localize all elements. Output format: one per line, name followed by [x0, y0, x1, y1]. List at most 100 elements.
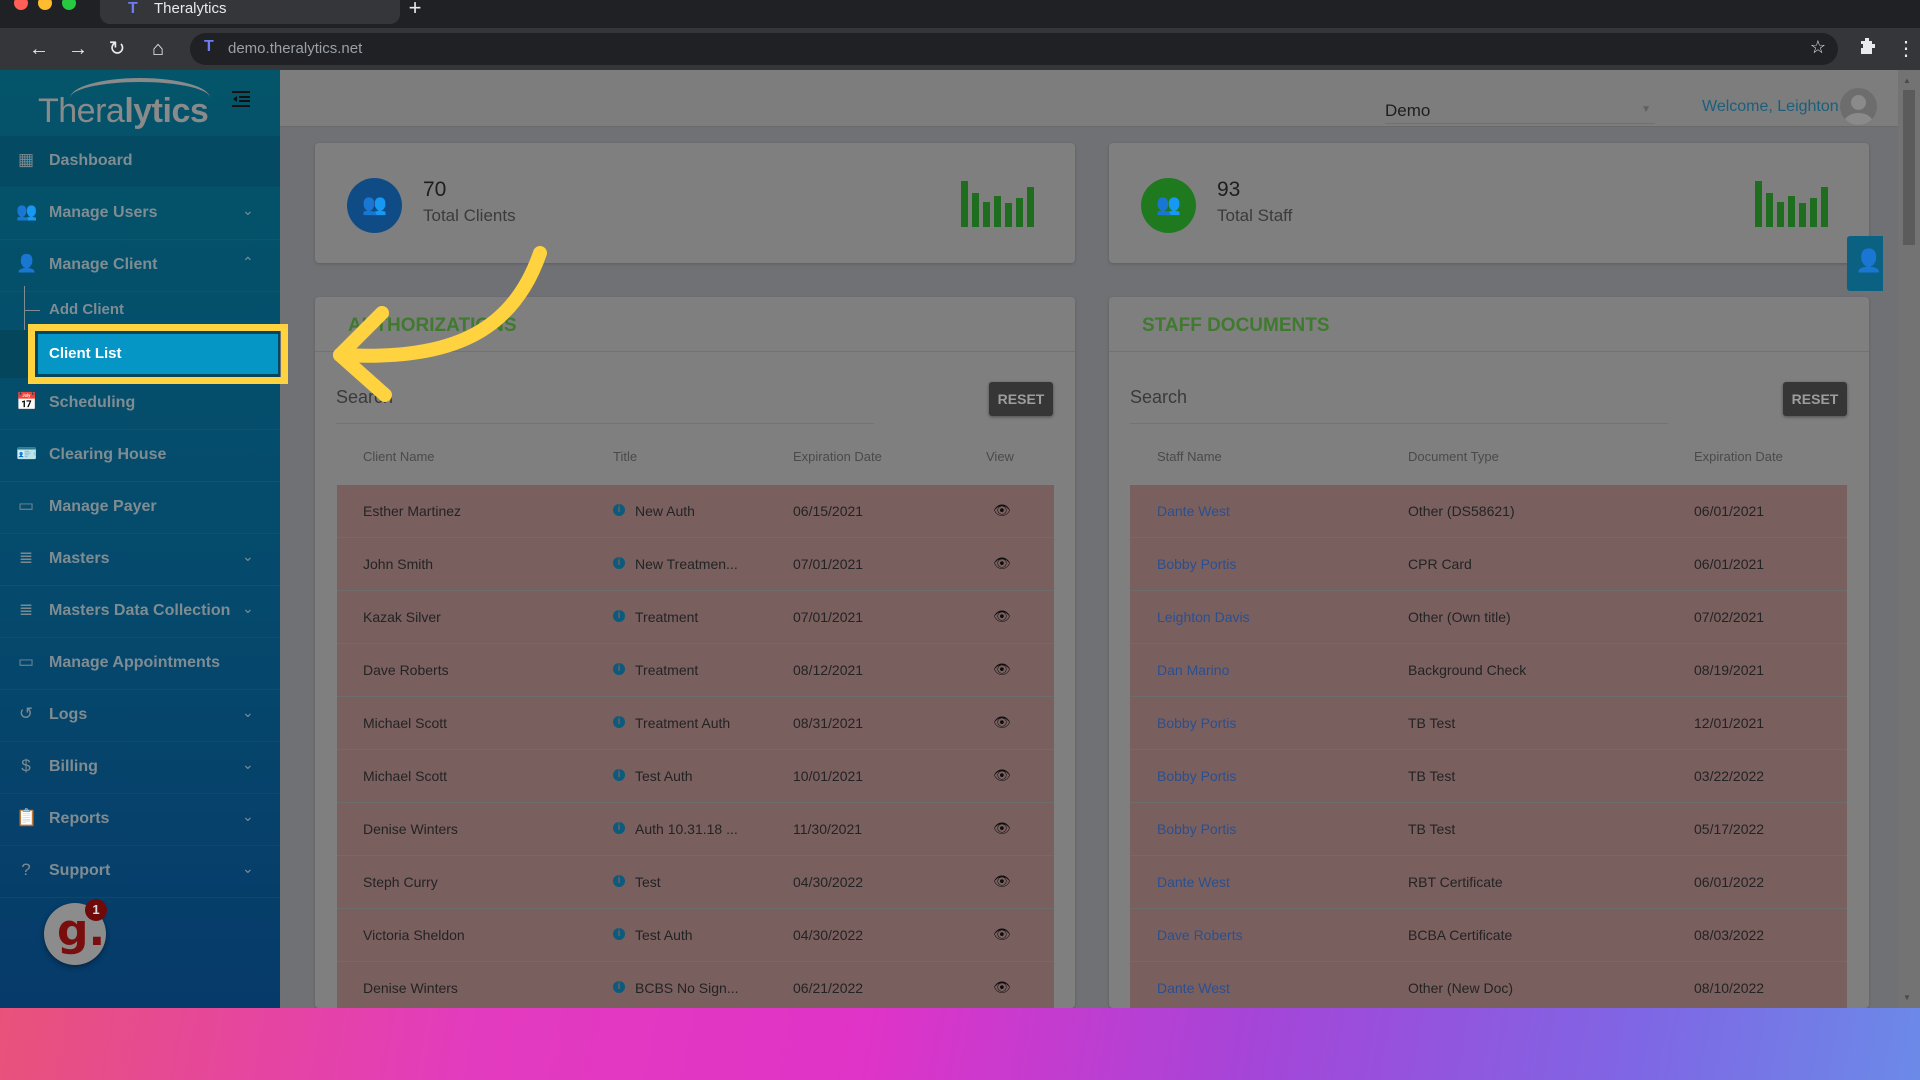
info-icon[interactable]: i [613, 504, 625, 516]
expiration-date-cell: 10/01/2021 [793, 768, 864, 784]
staff-name-link[interactable]: Dave Roberts [1157, 927, 1243, 943]
organization-select[interactable]: Demo ▼ [1385, 96, 1655, 124]
authorizations-table-body: Esther Martinez i New Auth 06/15/2021 👁 John … [337, 485, 1054, 1008]
sidebar-item-support[interactable]: ? Support ⌄ [0, 846, 280, 898]
column-header-expiration-date[interactable]: Expiration Date [793, 449, 882, 464]
eye-icon[interactable]: 👁 [993, 926, 1011, 943]
sidebar-item-logs[interactable]: ↺ Logs ⌄ [0, 690, 280, 742]
minimize-window-button[interactable] [38, 0, 52, 10]
staff-name-link[interactable]: Bobby Portis [1157, 556, 1236, 572]
info-icon[interactable]: i [613, 928, 625, 940]
document-type-cell: Background Check [1408, 662, 1527, 678]
sidebar-item-masters-data-collection[interactable]: ≣ Masters Data Collection ⌄ [0, 586, 280, 638]
eye-icon[interactable]: 👁 [993, 979, 1011, 996]
new-tab-button[interactable]: + [400, 0, 430, 24]
sidebar-item-manage-client[interactable]: 👤 Manage Client ⌃ [0, 240, 280, 292]
info-icon[interactable]: i [613, 716, 625, 728]
sidebar-collapse-icon[interactable] [230, 88, 254, 112]
info-icon[interactable]: i [613, 822, 625, 834]
sidebar-item-manage-appointments[interactable]: ▭ Manage Appointments [0, 638, 280, 690]
welcome-user-link[interactable]: Welcome, Leighton [1702, 98, 1839, 116]
chevron-down-icon[interactable]: ⌄ [242, 548, 254, 565]
eye-icon[interactable]: 👁 [993, 502, 1011, 519]
staff-name-link[interactable]: Bobby Portis [1157, 768, 1236, 784]
help-icon: ? [21, 860, 31, 879]
chevron-down-icon[interactable]: ⌄ [242, 756, 254, 773]
sidebar-item-masters[interactable]: ≣ Masters ⌄ [0, 534, 280, 586]
info-icon[interactable]: i [613, 875, 625, 887]
chevron-down-icon[interactable]: ⌄ [242, 600, 254, 617]
info-icon[interactable]: i [613, 981, 625, 993]
organization-select-value: Demo [1385, 101, 1431, 120]
close-window-button[interactable] [14, 0, 28, 10]
document-type-cell: TB Test [1408, 715, 1456, 731]
eye-icon[interactable]: 👁 [993, 714, 1011, 731]
sidebar-item-billing[interactable]: $ Billing ⌄ [0, 742, 280, 794]
authorizations-search-input[interactable]: Search [336, 387, 393, 408]
staff-name-link[interactable]: Dante West [1157, 503, 1230, 519]
chevron-down-icon[interactable]: ⌄ [242, 860, 254, 877]
staff-name-link[interactable]: Dante West [1157, 874, 1230, 890]
chevron-down-icon[interactable]: ⌄ [242, 808, 254, 825]
browser-tab[interactable]: T Theralytics [100, 0, 400, 24]
eye-icon[interactable]: 👁 [993, 767, 1011, 784]
expiration-date-cell: 06/21/2022 [793, 980, 864, 996]
expiration-date-cell: 12/01/2021 [1694, 715, 1765, 731]
scroll-up-arrow-icon[interactable]: ▲ [1903, 76, 1911, 85]
sidebar-item-label: Logs [49, 706, 88, 723]
authorizations-reset-button[interactable]: RESET [989, 382, 1053, 416]
reload-button[interactable]: ↻ [104, 36, 130, 62]
column-header-document-type[interactable]: Document Type [1408, 449, 1499, 464]
sparkline-bar [961, 181, 968, 227]
bookmark-star-icon[interactable]: ☆ [1810, 37, 1826, 58]
eye-icon[interactable]: 👁 [993, 661, 1011, 678]
staff-name-link[interactable]: Bobby Portis [1157, 821, 1236, 837]
column-header-title[interactable]: Title [613, 449, 637, 464]
staff-documents-search-input[interactable]: Search [1130, 387, 1187, 408]
info-icon[interactable]: i [613, 610, 625, 622]
eye-icon[interactable]: 👁 [993, 820, 1011, 837]
chevron-down-icon[interactable]: ⌄ [242, 704, 254, 721]
home-button[interactable]: ⌂ [145, 36, 171, 62]
sidebar-item-reports[interactable]: 📋 Reports ⌄ [0, 794, 280, 846]
column-header-expiration-date[interactable]: Expiration Date [1694, 449, 1783, 464]
total-clients-label: Total Clients [423, 206, 516, 225]
column-header-client-name[interactable]: Client Name [363, 449, 435, 464]
url-text[interactable]: demo.theralytics.net [228, 40, 362, 57]
staff-name-link[interactable]: Leighton Davis [1157, 609, 1250, 625]
sidebar-item-clearing-house[interactable]: 🪪 Clearing House [0, 430, 280, 482]
puzzle-icon[interactable] [1858, 36, 1878, 63]
scrollbar-thumb[interactable] [1903, 90, 1915, 245]
sidebar-item-label: Support [49, 862, 111, 879]
scroll-down-arrow-icon[interactable]: ▼ [1903, 993, 1911, 1002]
eye-icon[interactable]: 👁 [993, 555, 1011, 572]
forward-button[interactable]: → [65, 36, 91, 62]
maximize-window-button[interactable] [62, 0, 76, 10]
expiration-date-cell: 06/01/2021 [1694, 556, 1765, 572]
sidebar-item-manage-users[interactable]: 👥 Manage Users ⌄ [0, 188, 280, 240]
user-avatar[interactable] [1840, 88, 1877, 125]
expiration-date-cell: 05/17/2022 [1694, 821, 1765, 837]
staff-documents-reset-button[interactable]: RESET [1783, 382, 1847, 416]
chevron-up-icon[interactable]: ⌃ [242, 254, 254, 271]
help-widget-button[interactable]: g. 1 [44, 899, 107, 965]
staff-name-link[interactable]: Dante West [1157, 980, 1230, 996]
info-icon[interactable]: i [613, 557, 625, 569]
info-icon[interactable]: i [613, 769, 625, 781]
eye-icon[interactable]: 👁 [993, 608, 1011, 625]
top-header [280, 70, 1898, 127]
sidebar-item-dashboard[interactable]: ▦ Dashboard [0, 136, 280, 188]
chevron-down-icon[interactable]: ⌄ [242, 202, 254, 219]
info-icon[interactable]: i [613, 663, 625, 675]
eye-icon[interactable]: 👁 [993, 873, 1011, 890]
column-header-staff-name[interactable]: Staff Name [1157, 449, 1222, 464]
browser-menu-button[interactable]: ⋮ [1896, 36, 1916, 62]
staff-name-link[interactable]: Bobby Portis [1157, 715, 1236, 731]
back-button[interactable]: ← [26, 36, 52, 62]
sidebar-item-scheduling[interactable]: 📅 Scheduling [0, 378, 280, 430]
sidebar-item-manage-payer[interactable]: ▭ Manage Payer [0, 482, 280, 534]
logo-text-bold: lytics [124, 92, 209, 130]
floating-user-settings-button[interactable]: 👤 [1847, 236, 1883, 291]
address-bar[interactable]: T demo.theralytics.net ☆ [190, 33, 1838, 65]
staff-name-link[interactable]: Dan Marino [1157, 662, 1229, 678]
